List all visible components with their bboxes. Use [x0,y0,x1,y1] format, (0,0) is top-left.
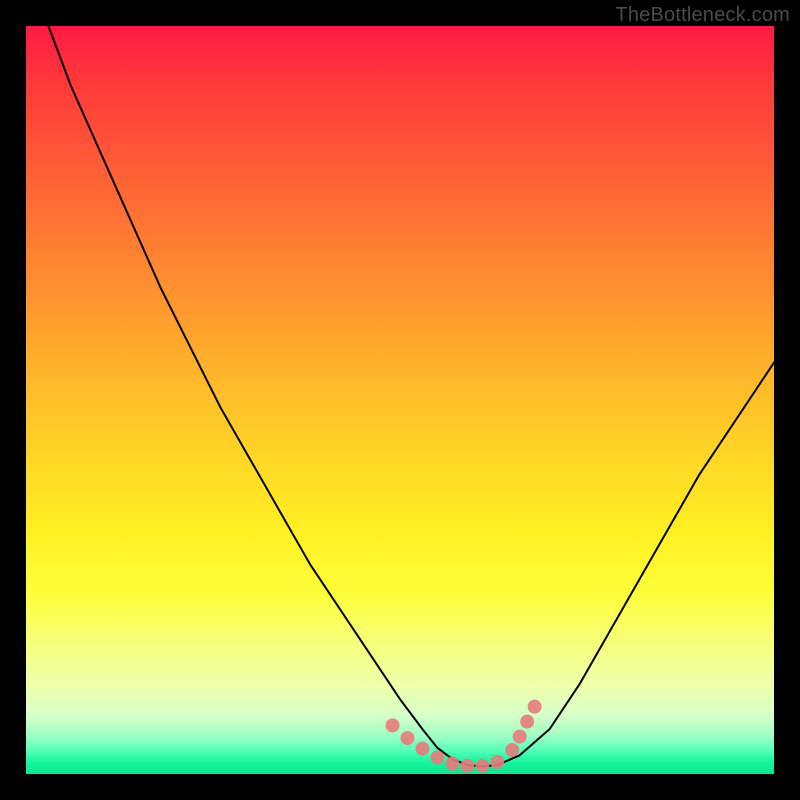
watermark-text: TheBottleneck.com [615,4,790,27]
marker-dot [513,730,527,744]
marker-dot [430,751,444,765]
marker-dot [415,742,429,756]
marker-dot [520,715,534,729]
curve-layer [26,26,774,774]
series-bottleneck-curve [48,26,774,767]
plot-area [26,26,774,774]
marker-dot [528,700,542,714]
marker-dot [505,743,519,757]
chart-frame: TheBottleneck.com [0,0,800,800]
marker-dot [490,755,504,769]
marker-dot [445,757,459,771]
marker-dot [475,759,489,773]
marker-dot [400,731,414,745]
marker-dot [460,759,474,773]
marker-dot [386,718,400,732]
